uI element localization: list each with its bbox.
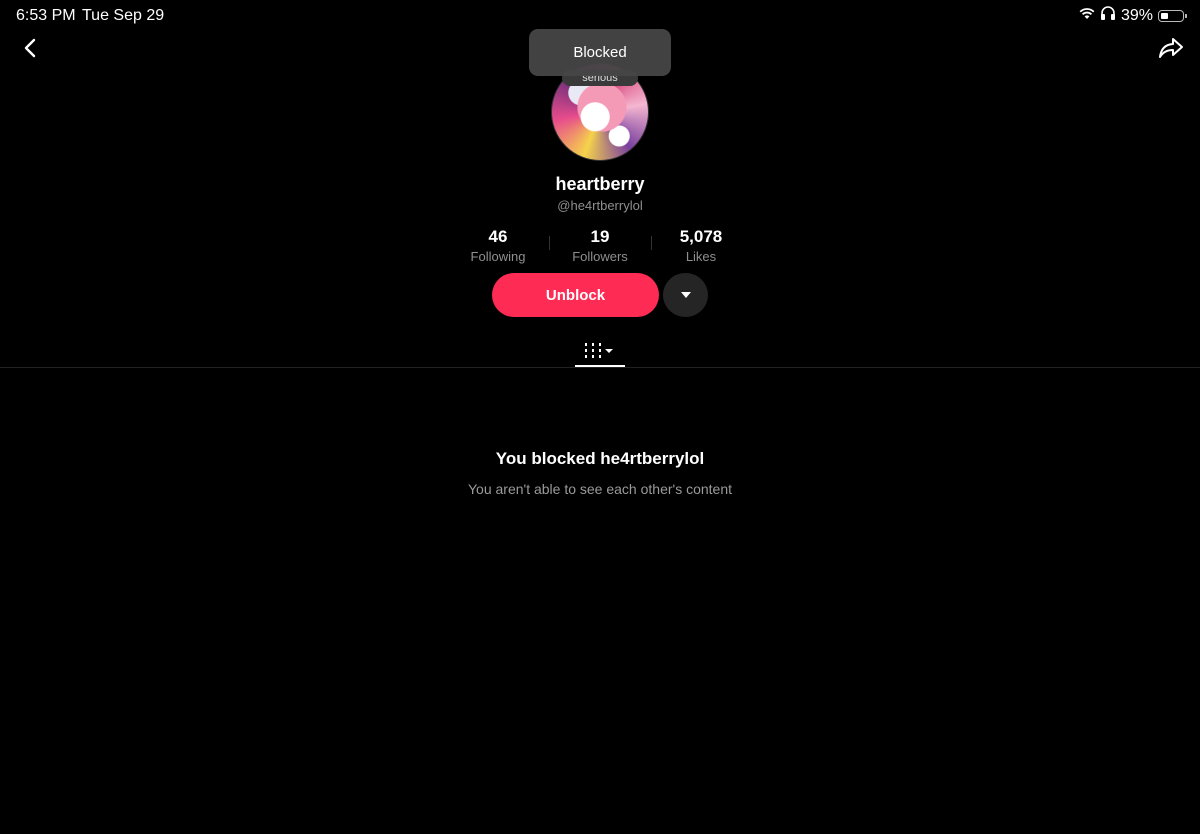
battery-level xyxy=(1161,12,1168,19)
blocked-title: You blocked he4rtberrylol xyxy=(495,449,705,468)
back-button[interactable] xyxy=(16,34,44,62)
more-options-button[interactable] xyxy=(663,273,708,317)
share-arrow-icon xyxy=(1159,38,1183,58)
stat-likes[interactable]: 5,078 Likes xyxy=(651,227,751,264)
stat-value: 5,078 xyxy=(679,227,723,246)
status-date: Tue Sep 29 xyxy=(82,7,165,24)
stat-label: Following xyxy=(470,249,526,264)
battery-icon xyxy=(1158,9,1187,22)
headphones-icon xyxy=(1100,6,1116,25)
status-indicators: 39% xyxy=(1079,6,1187,25)
stat-value: 19 xyxy=(590,227,610,246)
stat-followers[interactable]: 19 Followers xyxy=(550,227,650,264)
stat-value: 46 xyxy=(488,227,508,246)
blocked-toast: Blocked xyxy=(529,29,671,76)
unblock-button[interactable]: Unblock xyxy=(492,273,659,317)
stat-label: Likes xyxy=(685,249,717,264)
username: @he4rtberrylol xyxy=(557,198,643,213)
blocked-subtitle: You aren't able to see each other's cont… xyxy=(467,481,733,497)
display-name: heartberry xyxy=(555,174,645,194)
videos-grid-icon xyxy=(585,343,613,358)
battery-percent: 39% xyxy=(1120,6,1153,24)
tab-videos[interactable] xyxy=(575,336,625,366)
stat-following[interactable]: 46 Following xyxy=(448,227,548,264)
stat-label: Followers xyxy=(572,249,628,264)
status-time: 6:53 PM xyxy=(16,7,76,24)
chevron-left-icon xyxy=(24,38,36,58)
share-button[interactable] xyxy=(1156,34,1186,62)
profile-page: 6:53 PM Tue Sep 29 39% serious Blocked h… xyxy=(0,0,1200,834)
wifi-icon xyxy=(1079,7,1095,25)
caret-down-icon xyxy=(680,292,691,298)
tabs-divider xyxy=(0,367,1200,368)
